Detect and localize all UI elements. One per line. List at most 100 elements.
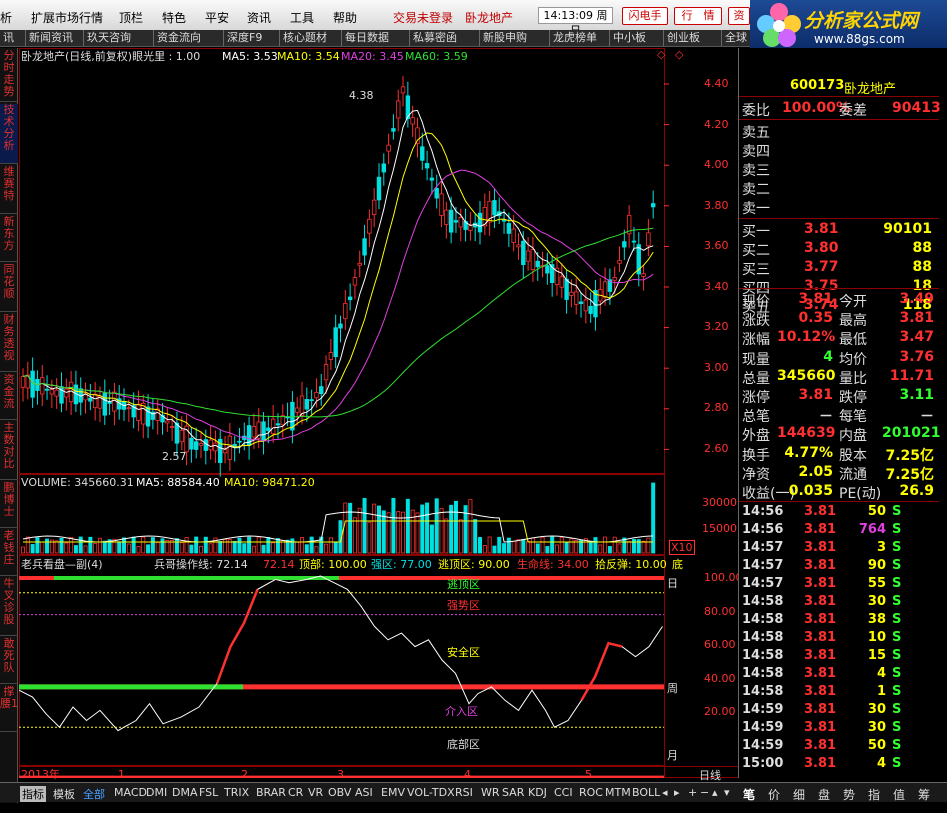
menu-item-analysis[interactable]: 析 [0, 9, 12, 26]
sidebar-item-laoqianzhuang[interactable]: 老钱庄 [0, 530, 18, 576]
tab-sar[interactable]: SAR [502, 786, 524, 799]
tab-dmi[interactable]: DMI [146, 786, 167, 799]
quote-button[interactable]: 行 情 [674, 7, 722, 25]
quote-tab-chips[interactable]: 筹 [918, 786, 930, 803]
menu-item-help[interactable]: 帮助 [333, 9, 357, 26]
quote-tab-index[interactable]: 指 [868, 786, 880, 803]
sidebar-item-tonghuashun[interactable]: 同花顺 [0, 264, 18, 312]
tab-ipo[interactable]: 新股申购 [480, 30, 550, 46]
tab-news-info[interactable]: 新闻资讯 [26, 30, 84, 46]
menu-item-top-bar[interactable]: 顶栏 [119, 9, 143, 26]
tab-all[interactable]: 全部 [83, 786, 105, 802]
indicator-day-marker: 日 [667, 577, 678, 590]
tick-time: 14:58 [742, 594, 784, 609]
sidebar-item-compare[interactable]: 主数对比 [0, 422, 18, 480]
tab-template[interactable]: 模板 [53, 786, 75, 802]
sidebar-item-timeshare[interactable]: 分时走势 [0, 50, 18, 102]
tick-row: 14:56 3.81 50 S [742, 504, 942, 523]
tab-macd[interactable]: MACD [114, 786, 147, 799]
tick-price: 3.81 [804, 504, 837, 519]
tab-asi[interactable]: ASI [355, 786, 373, 799]
tick-row: 14:58 3.81 4 S [742, 666, 942, 685]
tick-volume: 1 [876, 684, 886, 699]
quote-tab-detail[interactable]: 细 [793, 786, 805, 803]
price-axis-tick: 4.00 [704, 158, 729, 171]
tab-mtm[interactable]: MTM [605, 786, 631, 799]
move-up-icon[interactable]: ▴ [712, 786, 718, 799]
period-selector[interactable]: 日线 [699, 769, 721, 782]
stock-code: 600173 [790, 78, 845, 93]
quote-tab-price[interactable]: 价 [768, 786, 780, 803]
tab-dragon-tiger[interactable]: 龙虎榜单 [550, 30, 610, 46]
tab-gem-board[interactable]: 创业板 [664, 30, 722, 46]
zoom-out-icon[interactable]: − [700, 786, 709, 799]
menu-item-news[interactable]: 资讯 [247, 9, 271, 26]
stat-value: 10.12% [777, 329, 836, 346]
move-down-icon[interactable]: ▾ [724, 786, 730, 799]
tick-price: 3.81 [804, 522, 837, 537]
tab-sme-board[interactable]: 中小板 [610, 30, 664, 46]
tab-news-short[interactable]: 讯 [0, 30, 26, 46]
info-button[interactable]: 资 [728, 7, 750, 25]
tab-global[interactable]: 全球 [722, 30, 750, 46]
tab-core-theme[interactable]: 核心题材 [280, 30, 342, 46]
time-axis-month: 1 [118, 768, 125, 781]
tab-jiutian[interactable]: 玖天咨询 [84, 30, 154, 46]
price-axis-tick: 2.60 [704, 442, 729, 455]
menu-item-pingan[interactable]: 平安 [205, 9, 229, 26]
stat-value: 0.035 [788, 483, 833, 499]
tick-price: 3.81 [804, 702, 837, 717]
sidebar-item-finance[interactable]: 财务透视 [0, 314, 18, 372]
tab-dma[interactable]: DMA [172, 786, 198, 799]
sidebar-item-pengboshi[interactable]: 鹏博士 [0, 482, 18, 528]
menu-item-tools[interactable]: 工具 [290, 9, 314, 26]
tab-cci[interactable]: CCI [554, 786, 573, 799]
scroll-right-icon[interactable]: ▸ [674, 786, 680, 799]
sidebar-item-gansidui[interactable]: 敢死队 [0, 638, 18, 684]
tab-vol-tdx[interactable]: VOL-TDX [407, 786, 455, 799]
quote-tab-orderbook[interactable]: 盘 [818, 786, 830, 803]
tab-vr[interactable]: VR [308, 786, 323, 799]
sidebar-item-niucha[interactable]: 牛叉诊股 [0, 578, 18, 636]
tab-brar[interactable]: BRAR [256, 786, 286, 799]
tab-daily-data[interactable]: 每日数据 [342, 30, 410, 46]
stat-value: 3.81 [798, 291, 833, 307]
tab-kdj[interactable]: KDJ [528, 786, 547, 799]
tab-private-fund[interactable]: 私募密函 [410, 30, 480, 46]
tab-obv[interactable]: OBV [328, 786, 351, 799]
tick-time: 14:59 [742, 738, 784, 753]
tab-emv[interactable]: EMV [381, 786, 405, 799]
sell-row: 卖四 [742, 144, 770, 160]
sidebar-item-xindongfang[interactable]: 新东方 [0, 216, 18, 262]
menu-item-features[interactable]: 特色 [162, 9, 186, 26]
quote-tab-ticks[interactable]: 笔 [743, 786, 755, 803]
tab-cr[interactable]: CR [288, 786, 303, 799]
sidebar-item-chengyao[interactable]: 撑腰1 [0, 686, 18, 732]
tab-roc[interactable]: ROC [579, 786, 603, 799]
current-stock-name: 卧龙地产 [465, 11, 514, 25]
quote-tab-value[interactable]: 值 [893, 786, 905, 803]
tab-boll[interactable]: BOLL [632, 786, 660, 799]
tab-indicator[interactable]: 指标 [20, 786, 46, 802]
tick-row: 14:58 3.81 1 S [742, 684, 942, 703]
logo-url: www.88gs.com [814, 32, 905, 46]
sidebar-item-technical[interactable]: 技术分析 [0, 104, 18, 164]
tab-trix[interactable]: TRIX [224, 786, 249, 799]
login-status[interactable]: 交易未登录 [393, 9, 453, 26]
sidebar-item-capital[interactable]: 资金流 [0, 374, 18, 420]
tick-row: 14:58 3.81 10 S [742, 630, 942, 649]
tab-capital-flow[interactable]: 资金流向 [154, 30, 224, 46]
flash-trade-button[interactable]: 闪电手 [622, 7, 668, 25]
menu-item-extended-market[interactable]: 扩展市场行情 [31, 9, 103, 26]
zoom-in-icon[interactable]: + [688, 786, 697, 799]
tab-rsi[interactable]: RSI [455, 786, 473, 799]
quote-tab-trend[interactable]: 势 [843, 786, 855, 803]
tick-row: 14:57 3.81 55 S [742, 576, 942, 595]
scroll-left-icon[interactable]: ◂ [662, 786, 668, 799]
tab-wr[interactable]: WR [481, 786, 500, 799]
tab-f9[interactable]: 深度F9 [224, 30, 280, 46]
sidebar-item-weisaite[interactable]: 维赛特 [0, 166, 18, 214]
stat-row: 总量 345660 量比 11.71 [742, 367, 934, 387]
tab-fsl[interactable]: FSL [199, 786, 218, 799]
zone-strong-label: 强势区 [447, 599, 480, 612]
